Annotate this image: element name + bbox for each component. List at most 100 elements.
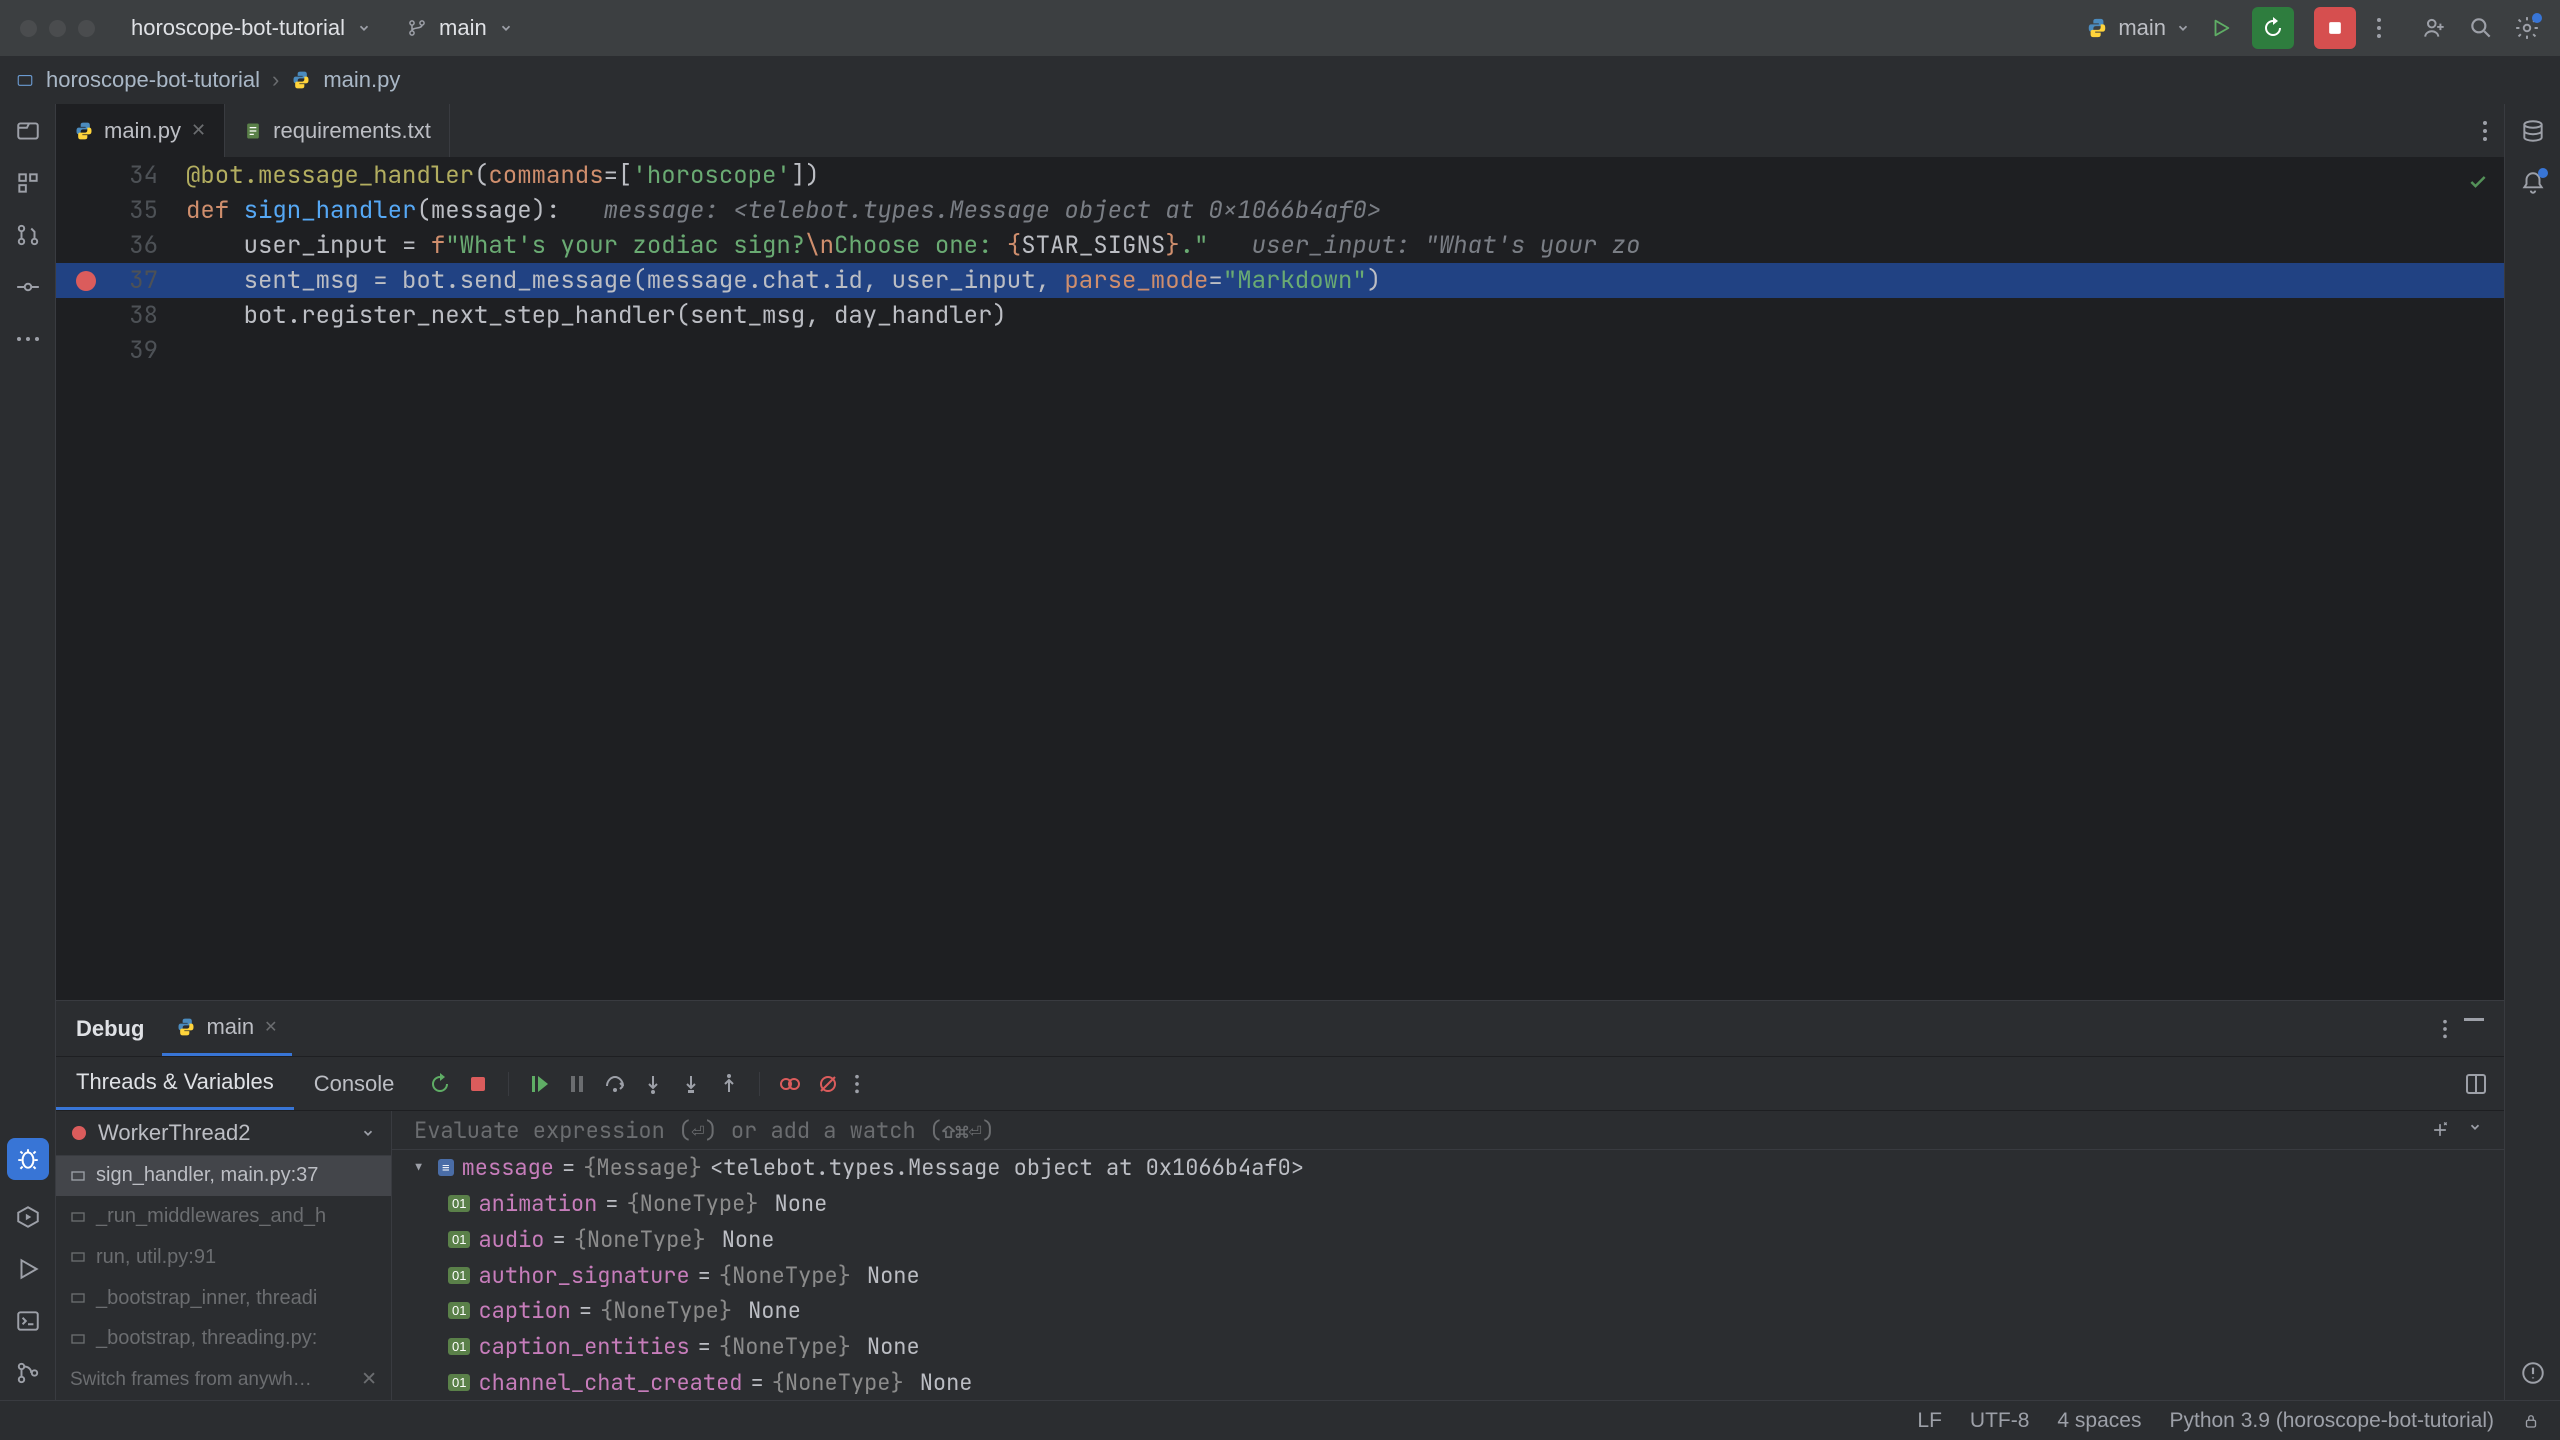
close-hint-icon[interactable]: ✕ (361, 1368, 377, 1391)
structure-tool-icon[interactable] (13, 168, 43, 198)
variable-row[interactable]: 01 author_signature = {NoneType} None (392, 1257, 2504, 1293)
field-type-badge: 01 (448, 1338, 470, 1355)
more-tools-icon[interactable] (13, 324, 43, 354)
frames-column: WorkerThread2 sign_handler, main.py:37 _… (56, 1111, 392, 1400)
interpreter-status[interactable]: Python 3.9 (horoscope-bot-tutorial) (2169, 1409, 2494, 1433)
variable-row[interactable]: 01 audio = {NoneType} None (392, 1222, 2504, 1258)
field-type-badge: 01 (448, 1195, 470, 1212)
gutter-line-36[interactable]: 36 (56, 230, 186, 261)
vcs-tool-icon[interactable] (13, 1358, 43, 1388)
variable-row[interactable]: 01 animation = {NoneType} None (392, 1186, 2504, 1222)
breadcrumb-file[interactable]: main.py (323, 67, 400, 93)
gutter-line-37[interactable]: 37 (56, 265, 186, 296)
breakpoint-indicator[interactable] (76, 271, 96, 291)
variable-row-root[interactable]: ▾ ≡ message = {Message} <telebot.types.M… (392, 1150, 2504, 1186)
encoding-status[interactable]: UTF-8 (1970, 1409, 2030, 1433)
branch-name: main (439, 15, 487, 41)
resume-program-icon[interactable] (527, 1072, 551, 1096)
stack-frame[interactable]: _bootstrap_inner, threadi (56, 1278, 391, 1319)
code-editor[interactable]: 34 @bot.message_handler(commands=['horos… (56, 158, 2504, 1000)
field-type-badge: 01 (448, 1302, 470, 1319)
variable-row[interactable]: 01 caption = {NoneType} None (392, 1293, 2504, 1329)
gutter-line-35[interactable]: 35 (56, 195, 186, 226)
code-with-me-icon[interactable] (2422, 15, 2448, 41)
inlay-hint: user_input: "What's your zo (1252, 230, 1641, 261)
line-separator-status[interactable]: LF (1917, 1409, 1942, 1433)
debug-session-tab[interactable]: main ✕ (162, 1001, 291, 1056)
tab-label: requirements.txt (273, 118, 431, 144)
chevron-down-icon[interactable] (2468, 1120, 2482, 1134)
project-selector[interactable]: horoscope-bot-tutorial (131, 15, 371, 41)
services-tool-icon[interactable] (13, 1202, 43, 1232)
run-config-selector[interactable]: main (2086, 15, 2190, 41)
stack-frame[interactable]: sign_handler, main.py:37 (56, 1156, 391, 1197)
gutter-line-39[interactable]: 39 (56, 335, 186, 366)
branch-selector[interactable]: main (407, 15, 513, 41)
more-vert-icon[interactable] (2376, 16, 2382, 40)
gutter-line-38[interactable]: 38 (56, 300, 186, 331)
variable-row[interactable]: 01 channel_chat_created = {NoneType} Non… (392, 1364, 2504, 1400)
search-icon[interactable] (2468, 15, 2494, 41)
gutter-line-34[interactable]: 34 (56, 160, 186, 191)
text-file-icon (243, 121, 263, 141)
chevron-down-icon (499, 21, 513, 35)
tab-main-py[interactable]: main.py ✕ (56, 104, 225, 157)
chevron-down-icon[interactable]: ▾ (412, 1153, 430, 1182)
view-breakpoints-icon[interactable] (778, 1072, 802, 1096)
chevron-down-icon (357, 21, 371, 35)
layout-settings-icon[interactable] (2464, 1072, 2488, 1096)
stack-frame[interactable]: run, util.py:91 (56, 1237, 391, 1278)
stop-button[interactable] (2314, 7, 2356, 49)
frame-icon (70, 1209, 86, 1225)
tab-requirements-txt[interactable]: requirements.txt (225, 104, 450, 157)
evaluate-expression-input[interactable]: Evaluate expression (⏎) or add a watch (… (414, 1116, 995, 1145)
commit-tool-icon[interactable] (13, 272, 43, 302)
console-tab[interactable]: Console (294, 1057, 415, 1110)
terminal-tool-icon[interactable] (13, 1306, 43, 1336)
more-vert-icon[interactable] (2482, 119, 2488, 143)
object-type-badge: ≡ (438, 1159, 454, 1176)
add-watch-icon[interactable] (2430, 1120, 2450, 1140)
debug-tool-icon[interactable] (7, 1138, 49, 1180)
threads-variables-tab[interactable]: Threads & Variables (56, 1057, 294, 1110)
more-vert-icon[interactable] (854, 1073, 860, 1095)
minimize-panel-icon[interactable] (2464, 1018, 2484, 1022)
step-over-icon[interactable] (603, 1072, 627, 1096)
project-tool-icon[interactable] (13, 116, 43, 146)
inspection-ok-icon[interactable] (2468, 172, 2488, 192)
lock-icon[interactable] (2522, 1412, 2540, 1430)
step-into-my-code-icon[interactable] (679, 1072, 703, 1096)
run-tool-icon[interactable] (13, 1254, 43, 1284)
problems-tool-icon[interactable] (2520, 1360, 2546, 1386)
step-into-icon[interactable] (641, 1072, 665, 1096)
run-icon[interactable] (2210, 17, 2232, 39)
thread-selector[interactable]: WorkerThread2 (56, 1111, 391, 1156)
debug-rerun-button[interactable] (2252, 7, 2294, 49)
mute-breakpoints-icon[interactable] (816, 1072, 840, 1096)
close-tab-icon[interactable]: ✕ (191, 120, 206, 141)
close-window-button[interactable] (20, 20, 37, 37)
frame-switch-hint: Switch frames from anywh… ✕ (56, 1359, 391, 1400)
rerun-debug-icon[interactable] (428, 1072, 452, 1096)
settings-button[interactable] (2514, 15, 2540, 41)
pull-requests-icon[interactable] (13, 220, 43, 250)
more-vert-icon[interactable] (2442, 1018, 2448, 1040)
notifications-tool-icon[interactable] (2520, 170, 2546, 196)
run-config-name: main (2118, 15, 2166, 41)
frame-icon (70, 1168, 86, 1184)
pause-program-icon[interactable] (565, 1072, 589, 1096)
stop-debug-icon[interactable] (466, 1072, 490, 1096)
variable-row[interactable]: 01 caption_entities = {NoneType} None (392, 1329, 2504, 1365)
breadcrumb-root[interactable]: horoscope-bot-tutorial (46, 67, 260, 93)
notification-indicator (2538, 168, 2548, 178)
close-session-icon[interactable]: ✕ (264, 1017, 277, 1037)
indent-status[interactable]: 4 spaces (2057, 1409, 2141, 1433)
left-tool-rail (0, 104, 56, 1400)
stack-frame[interactable]: _bootstrap, threading.py: (56, 1319, 391, 1360)
inlay-hint: message: <telebot.types.Message object a… (604, 195, 1382, 226)
step-out-icon[interactable] (717, 1072, 741, 1096)
stack-frame[interactable]: _run_middlewares_and_h (56, 1196, 391, 1237)
minimize-window-button[interactable] (49, 20, 66, 37)
zoom-window-button[interactable] (78, 20, 95, 37)
database-tool-icon[interactable] (2520, 118, 2546, 144)
